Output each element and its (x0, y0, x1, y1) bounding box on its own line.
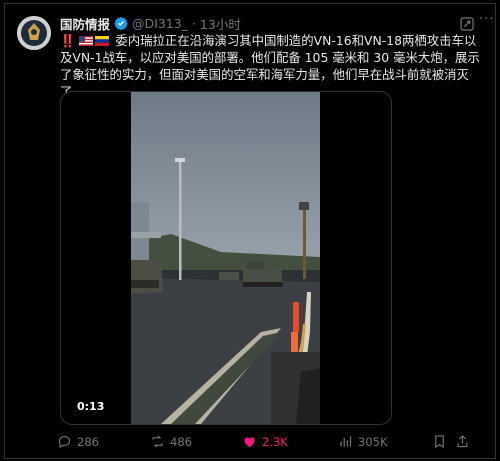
bookmark-icon (435, 435, 444, 449)
us-flag-icon (79, 36, 94, 46)
post-card: 国防情报 @DI313_ · 13小时 ··· ‼️ 委内瑞拉正在沿海演习其中国… (4, 3, 496, 459)
venezuela-flag-icon (95, 36, 110, 46)
verified-badge-icon (114, 16, 128, 30)
reply-icon (58, 435, 71, 449)
repost-count: 486 (170, 434, 192, 449)
repost-button[interactable]: 486 (150, 434, 192, 449)
avatar-emblem-icon (17, 16, 51, 50)
like-button[interactable]: 2.3K (242, 434, 288, 449)
action-bar: 286 486 2.3K 305K (57, 434, 487, 452)
video-timecode: 0:13 (73, 399, 109, 414)
post-text: ‼️ 委内瑞拉正在沿海演习其中国制造的VN-16和VN-18两栖攻击车以及VN-… (60, 32, 480, 100)
post-time[interactable]: 13小时 (200, 14, 241, 33)
video-player[interactable]: 0:13 (60, 91, 392, 425)
views-button[interactable]: 305K (338, 434, 388, 449)
double-exclamation-icon: ‼️ (60, 33, 76, 48)
view-count: 305K (358, 434, 388, 449)
grok-icon[interactable] (459, 16, 475, 32)
post-header: 国防情报 @DI313_ · 13小时 (60, 14, 241, 32)
like-icon (244, 437, 255, 448)
more-options-button[interactable]: ··· (479, 12, 494, 27)
views-icon (340, 436, 352, 447)
repost-icon (152, 435, 163, 448)
bookmark-button[interactable] (432, 434, 447, 449)
share-icon (457, 435, 468, 448)
avatar[interactable] (17, 16, 51, 50)
video-thumbnail (131, 92, 320, 424)
post-body-text: 委内瑞拉正在沿海演习其中国制造的VN-16和VN-18两栖攻击车以及VN-1战车… (60, 33, 480, 99)
reply-button[interactable]: 286 (57, 434, 99, 449)
separator: · (191, 15, 196, 31)
reply-count: 286 (77, 434, 99, 449)
like-count: 2.3K (262, 434, 288, 449)
author-handle[interactable]: @DI313_ (132, 16, 188, 31)
share-button[interactable] (455, 434, 470, 449)
author-name[interactable]: 国防情报 (60, 14, 110, 33)
video-frame[interactable] (131, 92, 320, 424)
